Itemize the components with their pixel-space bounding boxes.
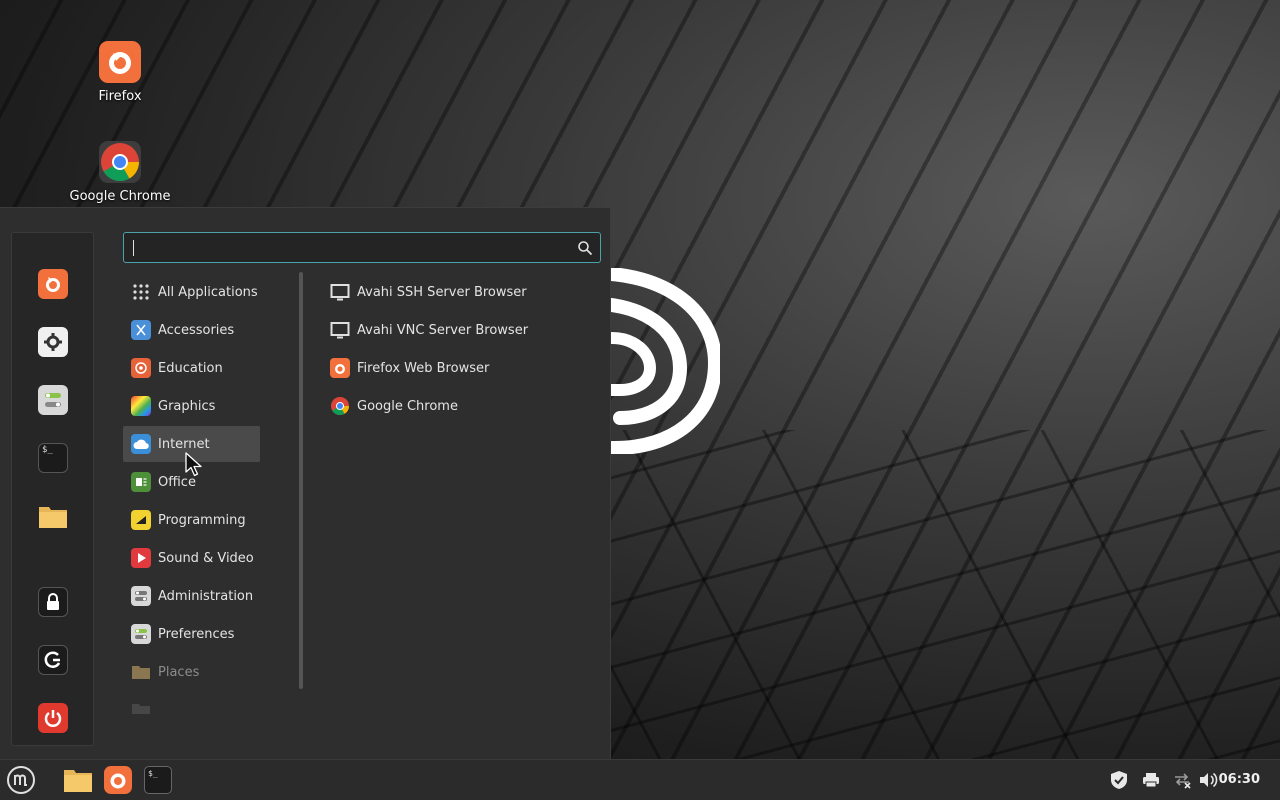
- launcher-files[interactable]: [61, 764, 95, 796]
- favorite-firefox[interactable]: [38, 269, 68, 299]
- tray-printer[interactable]: [1140, 764, 1162, 796]
- category-places[interactable]: Places: [123, 654, 260, 690]
- favorite-settings[interactable]: [38, 327, 68, 357]
- app-avahi-ssh-server-browser[interactable]: Avahi SSH Server Browser: [322, 274, 592, 310]
- category-label: Graphics: [158, 398, 216, 414]
- monitor-icon: [330, 282, 350, 302]
- app-google-chrome[interactable]: Google Chrome: [322, 388, 592, 424]
- shield-icon: [1111, 771, 1127, 789]
- folder-icon: [39, 507, 67, 528]
- office-icon: [131, 472, 151, 492]
- power-icon: [44, 710, 62, 727]
- control-center-icon: [45, 393, 61, 407]
- category-label: Administration: [158, 588, 254, 604]
- category-label: All Applications: [158, 284, 258, 300]
- desktop-icon-google-chrome[interactable]: Google Chrome: [65, 141, 175, 204]
- desktop-icon-label: Firefox: [98, 89, 142, 104]
- preferences-icon: [131, 624, 151, 644]
- files-icon: [64, 770, 92, 792]
- favorite-home-folder[interactable]: [38, 501, 68, 531]
- search-icon: [578, 241, 593, 256]
- clock[interactable]: 06:30: [1219, 772, 1260, 787]
- folder-icon: [131, 700, 151, 714]
- chrome-icon: [330, 396, 350, 416]
- internet-icon: [131, 434, 151, 454]
- desktop-icon-label: Google Chrome: [69, 189, 171, 204]
- favorite-terminal[interactable]: $_: [38, 443, 68, 473]
- app-label: Google Chrome: [357, 398, 458, 414]
- tray-updates[interactable]: [1108, 764, 1130, 796]
- category-education[interactable]: Education: [123, 350, 260, 386]
- accessories-icon: [131, 320, 151, 340]
- category-label: Programming: [158, 512, 246, 528]
- category-label: Preferences: [158, 626, 235, 642]
- favorite-lock-screen[interactable]: [38, 587, 68, 617]
- monitor-icon: [330, 320, 350, 340]
- tray-network[interactable]: [1171, 764, 1193, 796]
- network-icon: [1175, 773, 1191, 789]
- chrome-icon: [99, 141, 141, 183]
- wallpaper-tiles: [560, 430, 1280, 800]
- favorite-power[interactable]: [38, 703, 68, 733]
- category-label: Accessories: [158, 322, 235, 338]
- lock-icon: [47, 593, 59, 610]
- category-label: Education: [158, 360, 223, 376]
- places-icon: [131, 662, 151, 682]
- category-administration[interactable]: Administration: [123, 578, 260, 614]
- volume-icon: [1200, 772, 1218, 788]
- category-label: Internet: [158, 436, 210, 452]
- tray-volume[interactable]: [1197, 764, 1219, 796]
- mouse-cursor-icon: [185, 452, 202, 477]
- launcher-firefox[interactable]: [103, 764, 133, 796]
- category-sound-video[interactable]: Sound & Video: [123, 540, 260, 576]
- text-caret: [133, 240, 134, 256]
- app-avahi-vnc-server-browser[interactable]: Avahi VNC Server Browser: [322, 312, 592, 348]
- app-label: Firefox Web Browser: [357, 360, 490, 376]
- menu-icon: [7, 766, 35, 794]
- settings-icon: [44, 333, 62, 351]
- administration-icon: [131, 586, 151, 606]
- firefox-icon: [99, 41, 141, 83]
- terminal-icon: $_: [42, 445, 53, 455]
- programming-icon: [131, 510, 151, 530]
- sound-video-icon: [131, 548, 151, 568]
- application-menu: $_ All Applications Accessories Educatio…: [0, 207, 611, 759]
- favorite-logout[interactable]: [38, 645, 68, 675]
- category-scrollbar[interactable]: [299, 272, 303, 689]
- favorite-control-center[interactable]: [38, 385, 68, 415]
- firefox-icon: [330, 358, 350, 378]
- category-list: All Applications Accessories Education G…: [123, 274, 263, 714]
- category-graphics[interactable]: Graphics: [123, 388, 260, 424]
- terminal-icon: $_: [144, 766, 172, 794]
- app-firefox-web-browser[interactable]: Firefox Web Browser: [322, 350, 592, 386]
- category-label: Sound & Video: [158, 550, 254, 566]
- category-accessories[interactable]: Accessories: [123, 312, 260, 348]
- logout-icon: [44, 651, 61, 668]
- firefox-icon: [46, 277, 60, 292]
- firefox-icon: [104, 766, 132, 794]
- category-all-applications[interactable]: All Applications: [123, 274, 260, 310]
- app-label: Avahi SSH Server Browser: [357, 284, 527, 300]
- printer-icon: [1143, 773, 1159, 788]
- education-icon: [131, 358, 151, 378]
- category-preferences[interactable]: Preferences: [123, 616, 260, 652]
- graphics-icon: [131, 396, 151, 416]
- grid-icon: [131, 282, 151, 302]
- search-input[interactable]: [130, 237, 570, 259]
- menu-button[interactable]: [4, 764, 38, 796]
- launcher-terminal[interactable]: $_: [143, 764, 173, 796]
- category-partial-row: [123, 692, 260, 714]
- favorites-bar: $_: [11, 232, 94, 746]
- category-label: Places: [158, 664, 200, 680]
- taskbar-panel: $_ 06:30: [0, 759, 1280, 800]
- desktop-icon-firefox[interactable]: Firefox: [65, 41, 175, 104]
- category-programming[interactable]: Programming: [123, 502, 260, 538]
- app-label: Avahi VNC Server Browser: [357, 322, 529, 338]
- search-field[interactable]: [123, 232, 601, 263]
